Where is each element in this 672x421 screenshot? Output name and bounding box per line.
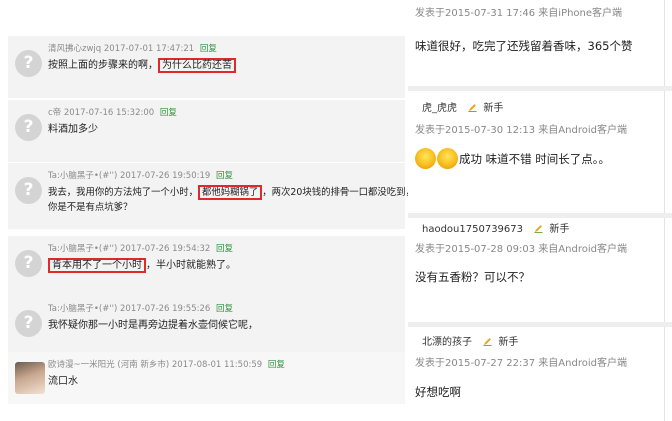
reply-link[interactable]: 回复 (216, 244, 233, 254)
default-avatar-icon[interactable]: ? (15, 310, 42, 337)
comment-text: 料酒加多少 (48, 124, 98, 135)
comment-text: 我去，我用你的方法炖了一个小时， 都他妈糊锅了 ，两次20块钱的排骨一口都没吃到， 你… (48, 185, 415, 215)
laughing-emoji-icon (437, 148, 458, 169)
comment-time: 2017-07-26 19:54:32 (120, 244, 211, 254)
comment-user[interactable]: 虎_虎虎 (422, 103, 457, 114)
default-avatar-icon[interactable]: ? (15, 114, 42, 141)
reply-link[interactable]: 回复 (160, 108, 177, 118)
comment-user[interactable]: 清风拂心zwjq (48, 44, 101, 54)
comment-meta: Ta:小脑黑子•(#'') 2017-07-26 19:55:26 回复 (48, 302, 233, 314)
comment-time: 2017-07-01 17:47:21 (103, 44, 195, 54)
comment-meta: 发表于2015-07-30 12:13 来自Android客户端 (415, 125, 627, 136)
highlighted-text: 为什么比药还苦 (158, 58, 236, 73)
comment-user[interactable]: 欧诗漫~一米阳光 (河南 新乡市) (48, 360, 169, 370)
comment-text: 我怀疑你那一小时是再旁边提着水壶伺候它呢， (48, 320, 258, 331)
comment-text: 味道很好，吃完了还残留着香味，365个赞 (415, 39, 633, 53)
comment-card: ? 清风拂心zwjq 2017-07-01 17:47:21 回复 按照上面的步… (8, 36, 405, 98)
comment-time: 2017-08-01 11:50:59 (171, 360, 263, 370)
comment-card: haodou1750739673 新手 发表于2015-07-28 09:03 … (408, 218, 665, 322)
comment-meta: 发表于2015-07-31 17:46 来自iPhone客户端 (415, 8, 623, 19)
comment-card: ? Ta:小脑黑子•(#'') 2017-07-26 19:54:32 回复 肯… (8, 236, 405, 298)
comment-time: 2017-07-26 19:55:26 (120, 304, 211, 314)
reply-link[interactable]: 回复 (216, 304, 233, 314)
comment-text-part: 按照上面的步骤来的啊， (48, 60, 158, 71)
right-comment-panel: 发表于2015-07-31 17:46 来自iPhone客户端 味道很好，吃完了… (408, 0, 672, 421)
comment-time: 2017-07-16 15:32:00 (63, 108, 155, 118)
comment-user-line: 虎_虎虎 新手 (422, 99, 503, 114)
user-level-badge: 新手 (498, 337, 519, 348)
pen-icon (534, 225, 543, 233)
comment-meta: 清风拂心zwjq 2017-07-01 17:47:21 回复 (48, 42, 217, 54)
comment-user[interactable]: Ta:小脑黑子•(#'') (48, 244, 117, 254)
highlighted-text: 肯本用不了一个小时 (48, 258, 146, 273)
user-photo-avatar[interactable] (15, 362, 45, 394)
comment-user[interactable]: Ta:小脑黑子•(#'') (48, 304, 117, 314)
comment-text: 好想吃啊 (415, 385, 461, 399)
comment-text-part: ，两次20块钱的排骨一口都没吃到， (262, 187, 415, 198)
highlighted-text: 都他妈糊锅了 (198, 185, 263, 200)
comment-user[interactable]: Ta:小脑黑子•(#'') (48, 171, 117, 181)
comment-meta: 发表于2015-07-28 09:03 来自Android客户端 (415, 244, 627, 255)
comment-card: 北漂的孩子 新手 发表于2015-07-27 22:37 来自Android客户… (408, 327, 665, 421)
user-level-badge: 新手 (483, 103, 504, 114)
comment-user[interactable]: 北漂的孩子 (422, 337, 472, 348)
comment-text-part: ，半小时就能熟了。 (146, 260, 236, 271)
comment-text-part: 你是不是有点坑爹？ (48, 202, 133, 213)
user-level-badge: 新手 (549, 224, 570, 235)
laughing-emoji-icon (415, 148, 436, 169)
comment-text: 按照上面的步骤来的啊， 为什么比药还苦 (48, 58, 236, 73)
comment-card: ? Ta:小脑黑子•(#'') 2017-07-26 19:55:26 回复 我… (8, 296, 405, 358)
comment-meta: c帝 2017-07-16 15:32:00 回复 (48, 106, 177, 118)
pen-icon (483, 338, 492, 346)
reply-link[interactable]: 回复 (216, 171, 233, 181)
comment-user-line: 北漂的孩子 新手 (422, 333, 518, 348)
default-avatar-icon[interactable]: ? (15, 177, 42, 204)
reply-link[interactable]: 回复 (200, 44, 217, 54)
comment-meta: Ta:小脑黑子•(#'') 2017-07-26 19:50:19 回复 (48, 169, 233, 181)
comment-meta: 欧诗漫~一米阳光 (河南 新乡市) 2017-08-01 11:50:59 回复 (48, 358, 285, 370)
pen-icon (468, 104, 477, 112)
left-comment-panel: ? 清风拂心zwjq 2017-07-01 17:47:21 回复 按照上面的步… (0, 0, 415, 421)
reply-link[interactable]: 回复 (268, 360, 285, 370)
default-avatar-icon[interactable]: ? (15, 50, 42, 77)
comment-user-line: haodou1750739673 新手 (422, 220, 569, 235)
comment-text: 没有五香粉？可以不？ (415, 270, 530, 284)
comment-user[interactable]: haodou1750739673 (422, 224, 523, 235)
comment-card: 欧诗漫~一米阳光 (河南 新乡市) 2017-08-01 11:50:59 回复… (8, 352, 405, 404)
comment-text-part: 成功 味道不错 时间长了点。。 (459, 152, 611, 166)
comment-meta: Ta:小脑黑子•(#'') 2017-07-26 19:54:32 回复 (48, 242, 233, 254)
comment-text-part: 我去，我用你的方法炖了一个小时， (48, 187, 199, 198)
comment-time: 2017-07-26 19:50:19 (120, 171, 211, 181)
comment-meta: 发表于2015-07-27 22:37 来自Android客户端 (415, 358, 627, 369)
comment-text: 成功 味道不错 时间长了点。。 (415, 148, 610, 169)
comment-card: ? Ta:小脑黑子•(#'') 2017-07-26 19:50:19 回复 我… (8, 163, 415, 229)
comment-user[interactable]: c帝 (48, 108, 61, 118)
comment-card: 发表于2015-07-31 17:46 来自iPhone客户端 味道很好，吃完了… (408, 0, 665, 86)
comment-card: ? c帝 2017-07-16 15:32:00 回复 料酒加多少 (8, 100, 405, 162)
comment-text: 流口水 (48, 376, 78, 387)
comment-text: 肯本用不了一个小时 ，半小时就能熟了。 (48, 258, 236, 273)
default-avatar-icon[interactable]: ? (15, 250, 42, 277)
comment-card: 虎_虎虎 新手 发表于2015-07-30 12:13 来自Android客户端… (408, 91, 665, 213)
